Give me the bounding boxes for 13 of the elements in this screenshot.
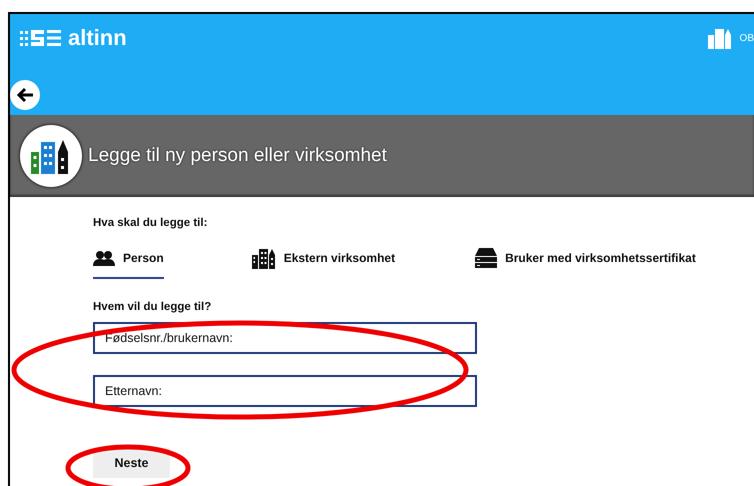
server-icon: [475, 248, 498, 268]
question-label: Hvem vil du legge til?: [93, 301, 212, 313]
back-arrow-icon: [16, 87, 34, 103]
page-title: Legge til ny person eller virksomhet: [88, 145, 387, 167]
back-button[interactable]: [10, 80, 40, 110]
type-tab[interactable]: Bruker med virksomhetssertifikat: [475, 247, 696, 279]
type-tab[interactable]: Person: [93, 247, 164, 279]
logo-icon: [20, 29, 62, 47]
question-label: Hva skal du legge til:: [93, 217, 208, 229]
type-tab[interactable]: Ekstern virksomhet: [252, 247, 396, 279]
logo-text: altinn: [68, 25, 127, 51]
people-icon: [93, 250, 115, 266]
input-field[interactable]: Etternavn:: [93, 375, 477, 407]
